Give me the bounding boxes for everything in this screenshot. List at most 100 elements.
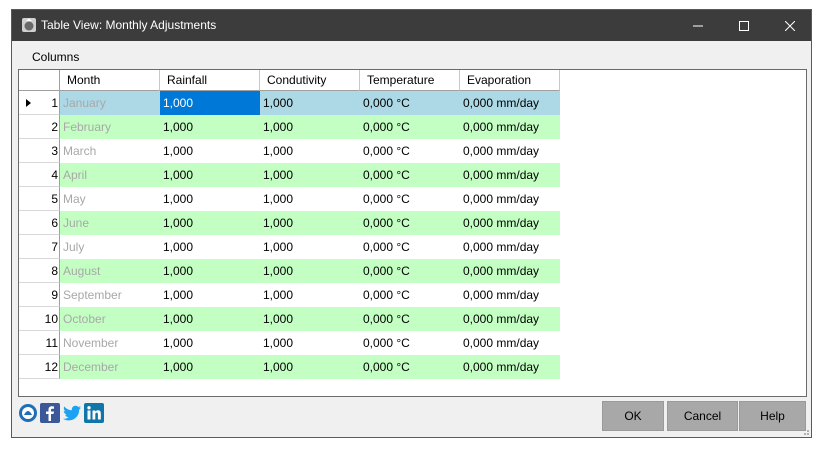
- cell-rainfall[interactable]: 1,000: [160, 91, 260, 115]
- cell-rainfall[interactable]: 1,000: [160, 139, 260, 163]
- row-header[interactable]: 11: [19, 331, 60, 355]
- cell-month[interactable]: June: [60, 211, 160, 235]
- cell-temperature[interactable]: 0,000 °C: [360, 283, 460, 307]
- table-row[interactable]: 11 November 1,000 1,000 0,000 °C 0,000 mm/day: [19, 331, 560, 355]
- table-row[interactable]: 2 February 1,000 1,000 0,000 °C 0,000 mm/day: [19, 115, 560, 139]
- table-row[interactable]: 9 September 1,000 1,000 0,000 °C 0,000 mm/day: [19, 283, 560, 307]
- row-header[interactable]: 2: [19, 115, 60, 139]
- cell-evaporation[interactable]: 0,000 mm/day: [460, 259, 560, 283]
- maximize-button[interactable]: [721, 10, 767, 41]
- column-header-month[interactable]: Month: [60, 70, 160, 91]
- cell-conductivity[interactable]: 1,000: [260, 259, 360, 283]
- app-logo-icon[interactable]: [18, 403, 38, 423]
- cell-temperature[interactable]: 0,000 °C: [360, 307, 460, 331]
- table-row[interactable]: 8 August 1,000 1,000 0,000 °C 0,000 mm/day: [19, 259, 560, 283]
- minimize-button[interactable]: [675, 10, 721, 41]
- cell-conductivity[interactable]: 1,000: [260, 91, 360, 115]
- cell-temperature[interactable]: 0,000 °C: [360, 91, 460, 115]
- cell-evaporation[interactable]: 0,000 mm/day: [460, 331, 560, 355]
- row-header[interactable]: 10: [19, 307, 60, 331]
- cancel-button[interactable]: Cancel: [667, 401, 738, 431]
- cell-temperature[interactable]: 0,000 °C: [360, 235, 460, 259]
- row-header[interactable]: 9: [19, 283, 60, 307]
- row-header[interactable]: 3: [19, 139, 60, 163]
- cell-month[interactable]: January: [60, 91, 160, 115]
- table-row[interactable]: 6 June 1,000 1,000 0,000 °C 0,000 mm/day: [19, 211, 560, 235]
- column-header-evaporation[interactable]: Evaporation: [460, 70, 560, 91]
- cell-month[interactable]: April: [60, 163, 160, 187]
- cell-temperature[interactable]: 0,000 °C: [360, 163, 460, 187]
- table-row[interactable]: 7 July 1,000 1,000 0,000 °C 0,000 mm/day: [19, 235, 560, 259]
- menu-columns[interactable]: Columns: [32, 50, 79, 64]
- row-header[interactable]: 12: [19, 355, 60, 379]
- cell-rainfall[interactable]: 1,000: [160, 331, 260, 355]
- cell-evaporation[interactable]: 0,000 mm/day: [460, 187, 560, 211]
- cell-temperature[interactable]: 0,000 °C: [360, 139, 460, 163]
- cell-month[interactable]: March: [60, 139, 160, 163]
- facebook-icon[interactable]: [40, 403, 60, 423]
- cell-conductivity[interactable]: 1,000: [260, 139, 360, 163]
- cell-rainfall[interactable]: 1,000: [160, 211, 260, 235]
- linkedin-icon[interactable]: [84, 403, 104, 423]
- row-header[interactable]: 4: [19, 163, 60, 187]
- cell-rainfall[interactable]: 1,000: [160, 187, 260, 211]
- column-header-rainfall[interactable]: Rainfall: [160, 70, 260, 91]
- cell-rainfall[interactable]: 1,000: [160, 235, 260, 259]
- table-row[interactable]: 5 May 1,000 1,000 0,000 °C 0,000 mm/day: [19, 187, 560, 211]
- cell-conductivity[interactable]: 1,000: [260, 163, 360, 187]
- row-header[interactable]: 1: [19, 91, 60, 115]
- cell-conductivity[interactable]: 1,000: [260, 307, 360, 331]
- cell-temperature[interactable]: 0,000 °C: [360, 331, 460, 355]
- title-bar[interactable]: Table View: Monthly Adjustments: [12, 10, 811, 41]
- cell-evaporation[interactable]: 0,000 mm/day: [460, 211, 560, 235]
- table-row[interactable]: 10 October 1,000 1,000 0,000 °C 0,000 mm/day: [19, 307, 560, 331]
- cell-evaporation[interactable]: 0,000 mm/day: [460, 283, 560, 307]
- cell-month[interactable]: February: [60, 115, 160, 139]
- row-header[interactable]: 5: [19, 187, 60, 211]
- cell-evaporation[interactable]: 0,000 mm/day: [460, 307, 560, 331]
- cell-rainfall[interactable]: 1,000: [160, 115, 260, 139]
- data-grid[interactable]: Month Rainfall Condutivity Temperature E…: [18, 69, 807, 397]
- table-row[interactable]: 12 December 1,000 1,000 0,000 °C 0,000 mm/day: [19, 355, 560, 379]
- cell-temperature[interactable]: 0,000 °C: [360, 115, 460, 139]
- column-header-temperature[interactable]: Temperature: [360, 70, 460, 91]
- cell-evaporation[interactable]: 0,000 mm/day: [460, 115, 560, 139]
- cell-temperature[interactable]: 0,000 °C: [360, 259, 460, 283]
- cell-rainfall[interactable]: 1,000: [160, 355, 260, 379]
- cell-month[interactable]: August: [60, 259, 160, 283]
- ok-button[interactable]: OK: [602, 401, 664, 431]
- cell-month[interactable]: May: [60, 187, 160, 211]
- cell-rainfall[interactable]: 1,000: [160, 163, 260, 187]
- cell-month[interactable]: October: [60, 307, 160, 331]
- twitter-icon[interactable]: [62, 403, 82, 423]
- cell-temperature[interactable]: 0,000 °C: [360, 187, 460, 211]
- header-corner[interactable]: [19, 70, 60, 91]
- close-button[interactable]: [767, 10, 813, 41]
- cell-rainfall[interactable]: 1,000: [160, 307, 260, 331]
- cell-evaporation[interactable]: 0,000 mm/day: [460, 235, 560, 259]
- cell-evaporation[interactable]: 0,000 mm/day: [460, 355, 560, 379]
- cell-month[interactable]: December: [60, 355, 160, 379]
- table-row[interactable]: 1 January 1,000 1,000 0,000 °C 0,000 mm/day: [19, 91, 560, 115]
- row-header[interactable]: 7: [19, 235, 60, 259]
- cell-month[interactable]: July: [60, 235, 160, 259]
- cell-conductivity[interactable]: 1,000: [260, 235, 360, 259]
- table-row[interactable]: 3 March 1,000 1,000 0,000 °C 0,000 mm/day: [19, 139, 560, 163]
- cell-conductivity[interactable]: 1,000: [260, 355, 360, 379]
- table-row[interactable]: 4 April 1,000 1,000 0,000 °C 0,000 mm/day: [19, 163, 560, 187]
- column-header-conductivity[interactable]: Condutivity: [260, 70, 360, 91]
- cell-conductivity[interactable]: 1,000: [260, 331, 360, 355]
- row-header[interactable]: 8: [19, 259, 60, 283]
- cell-temperature[interactable]: 0,000 °C: [360, 355, 460, 379]
- resize-grip-icon[interactable]: [800, 426, 810, 436]
- cell-rainfall[interactable]: 1,000: [160, 283, 260, 307]
- cell-evaporation[interactable]: 0,000 mm/day: [460, 139, 560, 163]
- cell-evaporation[interactable]: 0,000 mm/day: [460, 91, 560, 115]
- cell-conductivity[interactable]: 1,000: [260, 115, 360, 139]
- cell-temperature[interactable]: 0,000 °C: [360, 211, 460, 235]
- help-button[interactable]: Help: [739, 401, 806, 431]
- cell-month[interactable]: September: [60, 283, 160, 307]
- cell-conductivity[interactable]: 1,000: [260, 211, 360, 235]
- row-header[interactable]: 6: [19, 211, 60, 235]
- cell-rainfall[interactable]: 1,000: [160, 259, 260, 283]
